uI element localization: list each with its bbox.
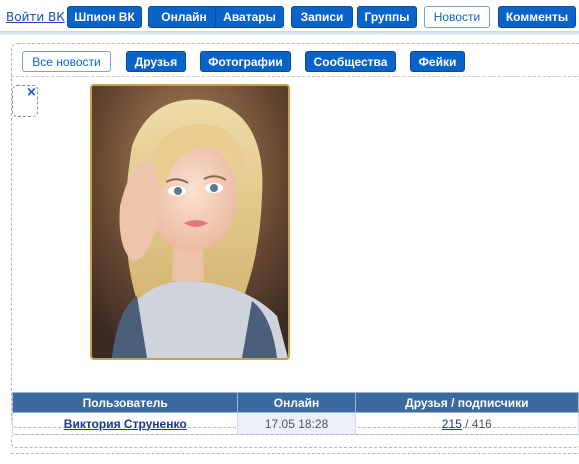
subnav-all-news-button[interactable]: Все новости xyxy=(22,51,111,72)
user-table: Пользователь Онлайн Друзья / подписчики … xyxy=(11,392,579,435)
subnav-separator xyxy=(11,76,579,77)
login-vk-link[interactable]: Войти ВК xyxy=(6,10,65,24)
nav-posts-button[interactable]: Записи xyxy=(291,6,353,28)
friends-cell: 215 / 416 xyxy=(354,412,579,435)
col-header-friends: Друзья / подписчики xyxy=(354,392,579,413)
friends-count-link[interactable]: 215 xyxy=(442,417,462,431)
subnav-friends-button[interactable]: Друзья xyxy=(126,51,186,72)
close-icon[interactable]: × xyxy=(26,86,37,100)
nav-spy-vk-button[interactable]: Шпион ВК xyxy=(67,6,142,28)
nav-divider xyxy=(0,31,579,35)
nav-online-button[interactable]: Онлайн xyxy=(148,6,220,28)
online-time-cell: 17.05 18:28 xyxy=(237,412,356,435)
portrait-illustration xyxy=(92,86,288,358)
user-name-link[interactable]: Виктория Струненко xyxy=(64,417,187,431)
subnav-fakes-button[interactable]: Фейки xyxy=(410,51,465,72)
subnav-photos-button[interactable]: Фотографии xyxy=(200,51,291,72)
table-row: Виктория Струненко 17.05 18:28 215 / 416 xyxy=(11,412,579,435)
col-header-online: Онлайн xyxy=(237,392,356,413)
user-name-cell: Виктория Струненко xyxy=(11,412,239,435)
nav-comments-button[interactable]: Комменты xyxy=(498,6,576,28)
bottom-panel xyxy=(11,434,579,448)
followers-count: / 416 xyxy=(465,416,492,431)
nav-news-button[interactable]: Новости xyxy=(424,6,490,28)
nav-groups-button[interactable]: Группы xyxy=(357,6,417,28)
top-navigation: Войти ВК Шпион ВК Онлайн Аватары Записи … xyxy=(0,0,579,35)
col-header-user: Пользователь xyxy=(11,392,239,413)
user-photo[interactable] xyxy=(90,84,290,360)
close-box[interactable]: × xyxy=(12,85,38,117)
nav-avatars-button[interactable]: Аватары xyxy=(215,6,284,28)
subnav-communities-button[interactable]: Сообщества xyxy=(305,51,396,72)
